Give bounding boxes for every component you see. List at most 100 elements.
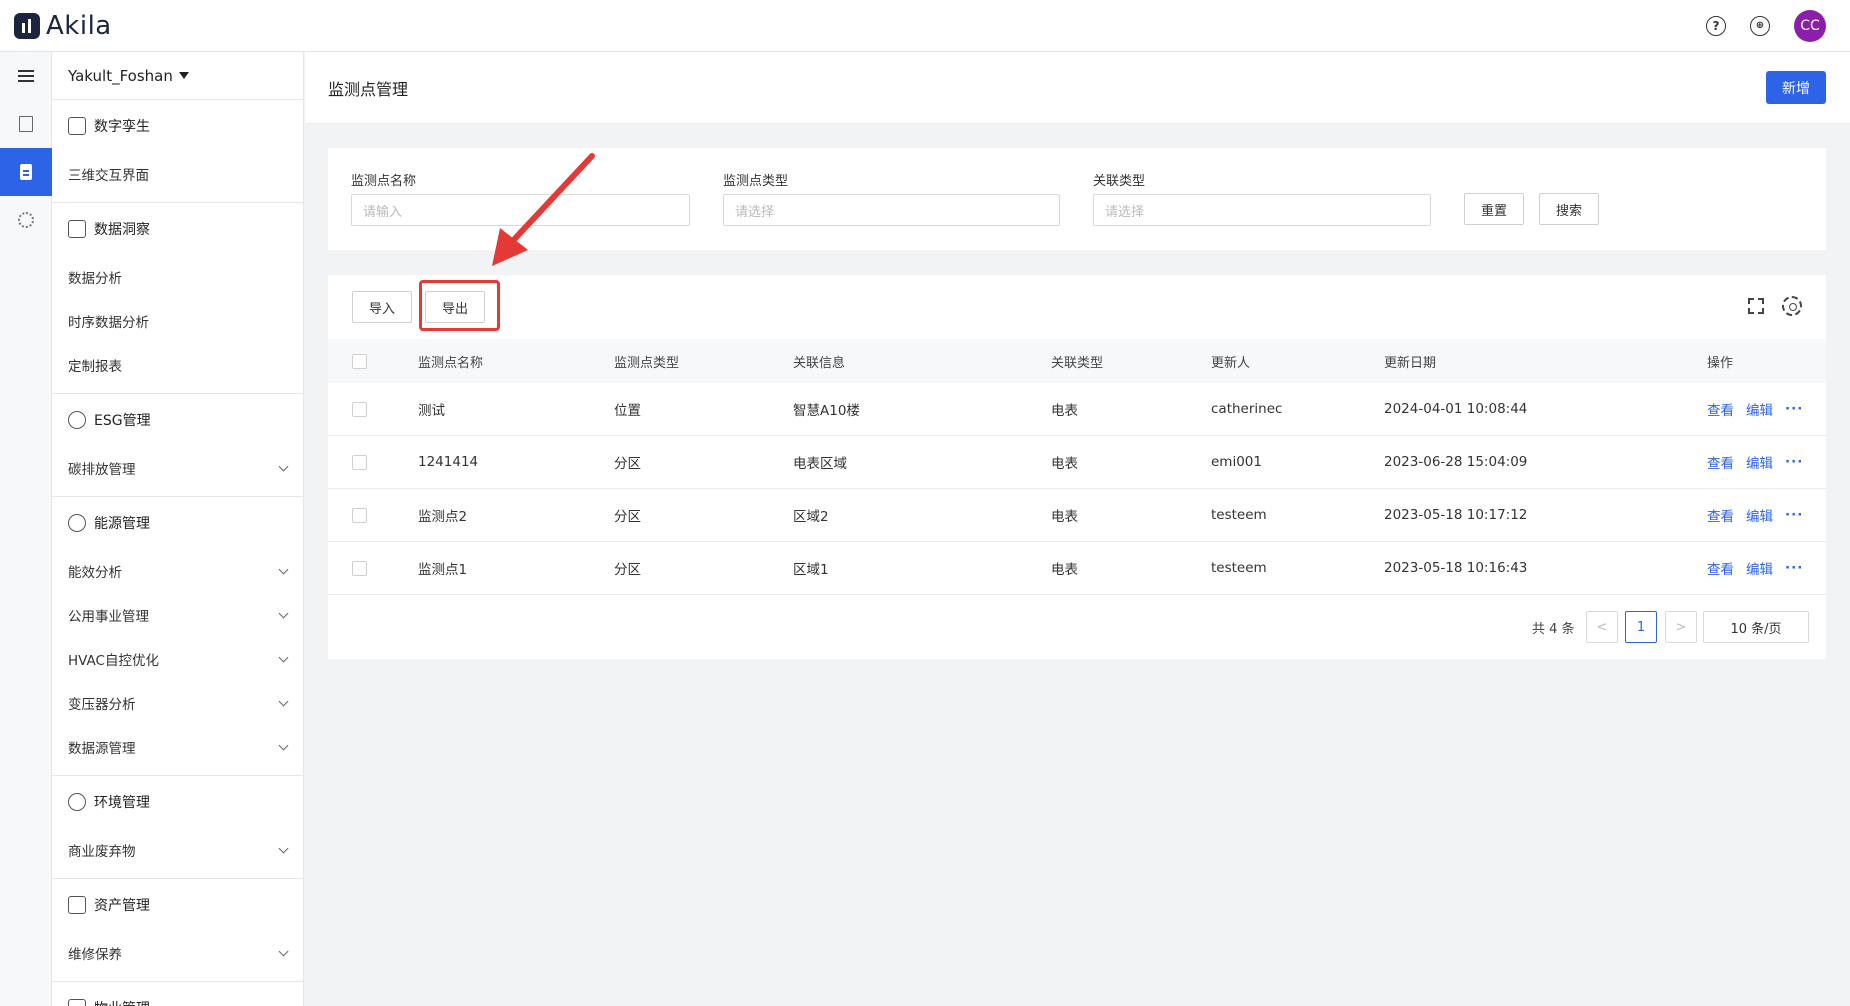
menu-item-custom-report[interactable]: 定制报表: [52, 343, 303, 387]
menu-item-3d[interactable]: 三维交互界面: [52, 152, 303, 196]
menu-group-title[interactable]: 数据洞察: [52, 203, 303, 255]
more-icon[interactable]: ···: [1785, 507, 1803, 523]
fullscreen-icon[interactable]: [1748, 298, 1764, 314]
cell-date: 2023-05-18 10:17:12: [1384, 507, 1528, 523]
rail-item-buildings[interactable]: [0, 100, 52, 148]
table-row: 1241414 分区 电表区域 电表 emi001 2023-06-28 15:…: [328, 436, 1826, 489]
menu-item-hvac[interactable]: HVAC自控优化: [52, 637, 303, 681]
page-size-select[interactable]: 10 条/页: [1703, 611, 1809, 643]
menu-group-esg: ESG管理 碳排放管理: [52, 394, 303, 497]
view-link[interactable]: 查看: [1707, 505, 1734, 525]
table-panel: 导入 导出 监测点名称 监测点类型 关联信息 关联类型 更新人 更新日期 操作 …: [328, 275, 1826, 659]
menu-item-waste[interactable]: 商业废弃物: [52, 828, 303, 872]
site-selector[interactable]: Yakult_Foshan: [52, 52, 303, 100]
menu-group-title[interactable]: 能源管理: [52, 497, 303, 549]
menu-group-digital-twin: 数字孪生 三维交互界面: [52, 100, 303, 203]
row-checkbox[interactable]: [352, 560, 367, 576]
cell-info: 电表区域: [793, 456, 847, 472]
view-link[interactable]: 查看: [1707, 558, 1734, 578]
table-settings-icon[interactable]: [1782, 296, 1802, 316]
edit-link[interactable]: 编辑: [1746, 558, 1773, 578]
menu-item-carbon[interactable]: 碳排放管理: [52, 446, 303, 490]
pagination-total: 共 4 条: [1532, 621, 1575, 637]
column-header: 更新日期: [1384, 355, 1437, 371]
row-checkbox[interactable]: [352, 454, 367, 470]
chevron-down-icon: [278, 652, 289, 662]
menu-group-title[interactable]: 物业管理: [52, 982, 303, 1006]
page-header: 监测点管理 新增: [305, 52, 1850, 124]
import-button[interactable]: 导入: [352, 291, 412, 323]
hamburger-icon: [18, 70, 34, 82]
cell-user: catherinec: [1211, 401, 1283, 417]
column-header: 监测点类型: [614, 355, 680, 371]
more-icon[interactable]: ···: [1785, 454, 1803, 470]
page-title: 监测点管理: [328, 79, 409, 99]
column-header: 关联信息: [793, 355, 846, 371]
logo[interactable]: Akila: [14, 11, 112, 41]
cell-name: 监测点1: [418, 562, 468, 578]
cell-name: 监测点2: [418, 509, 468, 525]
row-checkbox[interactable]: [352, 401, 367, 417]
type-filter-select[interactable]: 请选择: [723, 194, 1060, 226]
menu-item-transformer[interactable]: 变压器分析: [52, 681, 303, 725]
cell-date: 2023-06-28 15:04:09: [1384, 454, 1528, 470]
prev-page-button[interactable]: <: [1586, 611, 1618, 643]
cell-user: testeem: [1211, 560, 1267, 576]
row-checkbox[interactable]: [352, 507, 367, 523]
view-link[interactable]: 查看: [1707, 452, 1734, 472]
cell-type: 分区: [614, 562, 641, 578]
reset-button[interactable]: 重置: [1464, 193, 1524, 225]
house-icon: [68, 999, 86, 1006]
cell-name: 1241414: [418, 454, 479, 470]
annotation-arrow-icon: [492, 153, 595, 266]
menu-toggle-button[interactable]: [0, 52, 52, 100]
column-header: 监测点名称: [418, 355, 484, 371]
akila-logo-icon: [14, 12, 40, 39]
more-icon[interactable]: ···: [1785, 560, 1803, 576]
view-link[interactable]: 查看: [1707, 399, 1734, 419]
menu-group-title[interactable]: ESG管理: [52, 394, 303, 446]
menu-item-timeseries[interactable]: 时序数据分析: [52, 299, 303, 343]
cell-info: 智慧A10楼: [793, 403, 860, 419]
chevron-down-icon: [278, 461, 289, 471]
table-row: 监测点2 分区 区域2 电表 testeem 2023-05-18 10:17:…: [328, 489, 1826, 542]
edit-link[interactable]: 编辑: [1746, 452, 1773, 472]
menu-item-efficiency[interactable]: 能效分析: [52, 549, 303, 593]
next-page-button[interactable]: >: [1665, 611, 1697, 643]
menu-item-utilities[interactable]: 公用事业管理: [52, 593, 303, 637]
cell-info: 区域2: [793, 509, 829, 525]
sidebar-menu: Yakult_Foshan 数字孪生 三维交互界面 数据洞察 数据分析 时序数据…: [52, 52, 304, 1006]
menu-item-datasource[interactable]: 数据源管理: [52, 725, 303, 769]
rail-item-settings[interactable]: [0, 196, 52, 244]
menu-group-title[interactable]: 资产管理: [52, 879, 303, 931]
globe-leaf-icon: [68, 411, 86, 429]
column-header: 更新人: [1211, 355, 1251, 371]
chevron-down-icon: [278, 946, 289, 956]
menu-item-data-analysis[interactable]: 数据分析: [52, 255, 303, 299]
column-header: 关联类型: [1051, 355, 1104, 371]
help-icon[interactable]: ?: [1706, 15, 1726, 36]
menu-item-maintenance[interactable]: 维修保养: [52, 931, 303, 975]
bar-chart-icon: [68, 220, 86, 238]
globe-icon[interactable]: ⊕: [1750, 15, 1770, 36]
page-1-button[interactable]: 1: [1625, 611, 1657, 643]
building-icon: [19, 116, 33, 132]
select-all-checkbox[interactable]: [352, 353, 367, 369]
menu-group-title[interactable]: 环境管理: [52, 776, 303, 828]
edit-link[interactable]: 编辑: [1746, 399, 1773, 419]
more-icon[interactable]: ···: [1785, 401, 1803, 417]
cell-info: 区域1: [793, 562, 829, 578]
avatar[interactable]: CC: [1794, 9, 1826, 42]
edit-link[interactable]: 编辑: [1746, 505, 1773, 525]
energy-icon: [68, 514, 86, 532]
assoc-filter-select[interactable]: 请选择: [1093, 194, 1431, 226]
search-button[interactable]: 搜索: [1539, 193, 1599, 225]
menu-group-assets: 资产管理 维修保养: [52, 879, 303, 982]
add-button[interactable]: 新增: [1766, 71, 1826, 104]
chevron-down-icon: [278, 843, 289, 853]
annotation-highlight-box: [419, 280, 500, 331]
cell-type: 分区: [614, 509, 641, 525]
menu-group-title[interactable]: 数字孪生: [52, 100, 303, 152]
menu-group-property: 物业管理: [52, 982, 303, 1006]
rail-item-documents[interactable]: [0, 148, 52, 196]
